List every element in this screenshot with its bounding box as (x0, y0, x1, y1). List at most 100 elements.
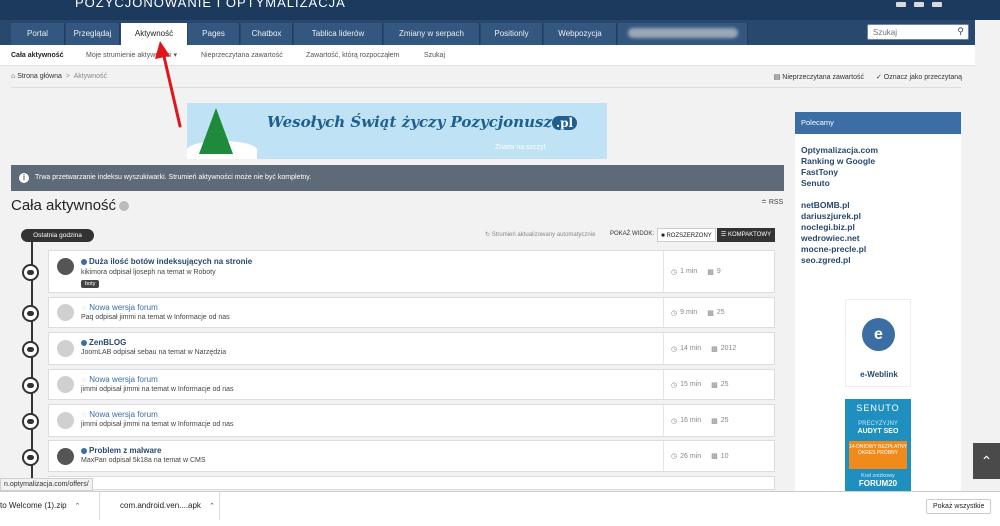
senuto-ad[interactable]: SENUTO PRECYZYJNY AUDYT SEO 14-DNIOWY BE… (845, 399, 911, 502)
item-title-link[interactable]: Problem z malware (89, 446, 161, 455)
view-compact-button[interactable]: ☰ KOMPAKTOWY (717, 228, 775, 242)
document-icon: ▤ (773, 74, 783, 81)
site-brand[interactable]: POZYCJONOWANIE I OPTYMALIZACJA (75, 0, 346, 10)
sidebar-link[interactable]: Ranking w Google (801, 156, 878, 167)
item-meta: jimmi odpisał jimmi na temat w Informacj… (81, 386, 234, 393)
notification-icon[interactable] (896, 2, 906, 7)
download-item[interactable]: to Welcome (1).zip ⌃ (0, 492, 100, 520)
sub-nav: Cała aktywność Moje strumienie aktywnośc… (0, 45, 975, 66)
subnav-search[interactable]: Szukaj (424, 45, 445, 66)
sidebar-link[interactable]: netBOMB.pl (801, 200, 878, 211)
sidebar-link[interactable]: Senuto (801, 178, 878, 189)
avatar[interactable] (57, 340, 74, 357)
mark-read-link[interactable]: ✓ Oznacz jako przeczytaną (876, 73, 962, 81)
search-input[interactable] (868, 25, 948, 39)
tab-zmiany-w-serpach[interactable]: Zmiany w serpach (384, 23, 480, 45)
activity-item[interactable] (48, 476, 775, 490)
item-tag[interactable]: boty (81, 280, 100, 288)
clock-icon: ◷ (671, 417, 678, 425)
breadcrumb-home[interactable]: Strona główna (17, 73, 62, 80)
avatar[interactable] (57, 448, 74, 465)
item-title-link[interactable]: Nowa wersja forum (89, 375, 157, 384)
activity-item[interactable]: Problem z malware MaxPan odpisał 5k18a n… (22, 440, 775, 472)
subnav-all-activity[interactable]: Cała aktywność (11, 45, 64, 66)
banner-domain: .pl (551, 116, 578, 130)
search-field[interactable]: ⚲ (867, 24, 969, 40)
avatar[interactable] (57, 304, 74, 321)
holiday-banner[interactable]: Wesołych Świąt życzy Pozycjonusz .pl Znam… (187, 103, 607, 159)
messages-icon[interactable] (914, 2, 924, 7)
show-all-button[interactable]: Pokaż wszystkie (926, 499, 992, 514)
subnav-unread[interactable]: Nieprzeczytana zawartość (201, 45, 283, 66)
activity-item[interactable]: ZenBLOG JoomLAB odpisał sebau na temat w… (22, 332, 775, 365)
item-replies: 10 (720, 452, 729, 460)
sidebar-link[interactable]: dariuszjurek.pl (801, 211, 878, 222)
avatar[interactable] (57, 376, 74, 393)
sidebar-heading: Polecamy (795, 112, 961, 134)
sidebar-link[interactable]: seo.zgred.pl (801, 255, 878, 266)
avatar[interactable] (57, 412, 74, 429)
item-title-link[interactable]: Nowa wersja forum (89, 303, 157, 312)
status-url: n.optymalizacja.com/offers/ (0, 478, 93, 491)
star-icon: ☆ (81, 377, 88, 384)
view-expanded-button[interactable]: ■ ROZSZERZONY (657, 228, 716, 242)
clock-icon: ◷ (671, 453, 678, 460)
activity-item[interactable]: Duża ilość botów indeksujących na stroni… (22, 250, 775, 293)
item-meta: MaxPan odpisał 5k18a na temat w CMS (81, 457, 206, 464)
breadcrumb: ⌂ Strona główna > Aktywność (11, 73, 107, 80)
chevron-up-icon[interactable]: ⌃ (75, 503, 81, 510)
eweblink-caption: e-Weblink (860, 370, 898, 379)
item-title-link[interactable]: Duża ilość botów indeksujących na stroni… (89, 257, 252, 266)
search-icon[interactable]: ⚲ (957, 26, 964, 37)
item-meta: Paq odpisał jimmi na temat w Informacje … (81, 314, 230, 321)
tab-aktywnosc[interactable]: Aktywność (121, 23, 187, 45)
sidebar-link[interactable]: FastTony (801, 167, 878, 178)
sidebar-link[interactable]: noclegi.biz.pl (801, 222, 878, 233)
tab-webpozycja[interactable]: Webpozycja (544, 23, 617, 45)
avatar[interactable] (57, 258, 74, 275)
check-icon: ✓ (875, 74, 884, 81)
item-stats: ◷ 16 min ▩ 25 (663, 405, 729, 436)
download-item[interactable]: com.android.ven....apk ⌃ (110, 492, 220, 520)
sidebar-link[interactable]: wedrowiec.net (801, 233, 878, 244)
sidebar-link[interactable]: mocne-precle.pl (801, 244, 878, 255)
rss-link[interactable]: ≐ RSS (761, 198, 783, 206)
tab-portal[interactable]: Portal (11, 23, 65, 45)
subnav-started[interactable]: Zawartość, którą rozpocząłem (306, 45, 399, 66)
item-time: 26 min (680, 452, 702, 460)
item-title-link[interactable]: Nowa wersja forum (89, 410, 157, 419)
comment-bubble-icon (22, 377, 39, 394)
star-icon: ☆ (81, 412, 88, 419)
tab-positionly[interactable]: Positionly (481, 23, 543, 45)
sidebar-link[interactable]: Optymalizacja.com (801, 145, 878, 156)
activity-item[interactable]: ☆ Nowa wersja forum jimmi odpisał jimmi n… (22, 404, 775, 437)
tab-przegladaj[interactable]: Przeglądaj (66, 23, 120, 45)
senuto-code: FORUM20 (858, 479, 898, 488)
tab-chatbox[interactable]: Chatbox (241, 23, 293, 45)
chevron-up-icon[interactable]: ⌃ (209, 503, 215, 510)
eweblink-ad[interactable]: e e-Weblink (845, 299, 911, 387)
senuto-line2: AUDYT SEO (857, 428, 899, 435)
user-menu-icon[interactable] (932, 2, 942, 7)
page-title: Cała aktywność (11, 197, 130, 214)
home-icon[interactable]: ⌂ (11, 73, 15, 80)
scroll-top-button[interactable]: ⌃ (973, 443, 1000, 479)
item-meta: JoomLAB odpisał sebau na temat w Narzędz… (81, 349, 227, 356)
activity-item[interactable]: ☆ Nowa wersja forum jimmi odpisał jimmi n… (22, 369, 775, 400)
tab-tablica-liderow[interactable]: Tablica liderów (294, 23, 383, 45)
clock-icon: ◷ (671, 309, 678, 317)
unread-link[interactable]: ▤ Nieprzeczytana zawartość (774, 73, 864, 81)
refresh-icon: ↻ (485, 232, 492, 238)
activity-item[interactable]: ☆ Nowa wersja forum Paq odpisał jimmi na … (22, 297, 775, 328)
follow-icon[interactable] (119, 201, 130, 212)
comments-icon: ▩ (711, 417, 718, 425)
tab-pages[interactable]: Pages (188, 23, 240, 45)
comments-icon: ▩ (707, 268, 714, 276)
item-title-link[interactable]: ZenBLOG (89, 338, 126, 347)
comment-bubble-icon (22, 305, 39, 322)
item-stats: ◷ 14 min ▩ 2012 (663, 333, 736, 364)
senuto-line1: PRECYZYJNY (858, 421, 898, 427)
item-title: Duża ilość botów indeksujących na stroni… (81, 257, 252, 266)
subnav-my-streams[interactable]: Moje strumienie aktywności ▾ (86, 45, 177, 66)
